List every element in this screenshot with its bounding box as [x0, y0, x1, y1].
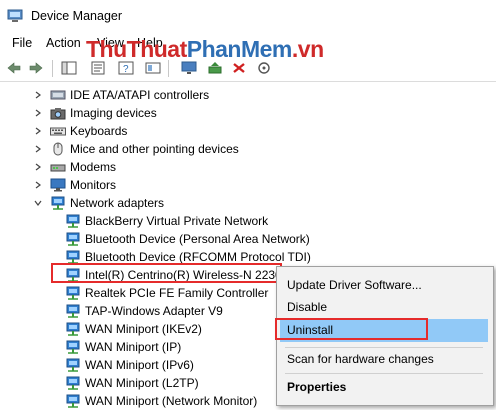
tree-item-mice[interactable]: Mice and other pointing devices [33, 140, 239, 158]
chevron-right-icon[interactable] [33, 144, 43, 154]
tree-item-ide[interactable]: IDE ATA/ATAPI controllers [33, 86, 209, 104]
tree-item-monitors[interactable]: Monitors [33, 176, 116, 194]
watermark-logo: ThuThuatPhanMem.vn [86, 36, 324, 62]
network-adapter-icon [66, 232, 80, 246]
back-arrow-icon[interactable] [6, 60, 22, 76]
menu-action[interactable]: Action [46, 36, 81, 50]
adapter-item[interactable]: BlackBerry Virtual Private Network [65, 212, 268, 230]
chevron-down-icon[interactable] [33, 198, 43, 208]
network-adapter-icon [66, 304, 80, 318]
adapter-label: Bluetooth Device (Personal Area Network) [85, 232, 310, 246]
adapter-label: Realtek PCIe FE Family Controller [85, 286, 269, 300]
menu-scan-hardware[interactable]: Scan for hardware changes [287, 349, 434, 369]
tree-item-label: Monitors [70, 178, 117, 192]
adapter-item[interactable]: WAN Miniport (L2TP) [65, 374, 199, 392]
keyboard-icon [50, 127, 66, 136]
adapter-label: TAP-Windows Adapter V9 [85, 304, 223, 318]
menu-file[interactable]: File [12, 36, 32, 50]
network-adapter-icon [51, 196, 65, 210]
title-bar: Device Manager [0, 0, 496, 33]
menu-update-driver[interactable]: Update Driver Software... [287, 275, 422, 295]
network-adapter-icon [66, 340, 80, 354]
chevron-right-icon[interactable] [33, 90, 43, 100]
highlight-box-uninstall [275, 318, 428, 340]
tree-item-label: IDE ATA/ATAPI controllers [70, 88, 210, 102]
adapter-item[interactable]: WAN Miniport (IKEv2) [65, 320, 202, 338]
chevron-right-icon[interactable] [33, 126, 43, 136]
adapter-label: BlackBerry Virtual Private Network [85, 214, 269, 228]
tree-item-network-adapters[interactable]: Network adapters [33, 194, 164, 212]
menu-disable[interactable]: Disable [287, 297, 327, 317]
network-adapter-icon [66, 376, 80, 390]
network-adapter-icon [66, 286, 80, 300]
svg-text:?: ? [123, 64, 129, 75]
adapter-item[interactable]: WAN Miniport (IPv6) [65, 356, 194, 374]
mouse-icon [53, 142, 63, 156]
adapter-item[interactable]: Bluetooth Device (Personal Area Network) [65, 230, 310, 248]
adapter-item[interactable]: WAN Miniport (Network Monitor) [65, 392, 257, 410]
network-adapter-icon [66, 394, 80, 408]
menu-separator [285, 373, 483, 374]
network-adapter-icon [66, 322, 80, 336]
modem-icon [50, 164, 66, 172]
adapter-label: WAN Miniport (IPv6) [85, 358, 194, 372]
adapter-label: WAN Miniport (IP) [85, 340, 182, 354]
device-manager-icon [7, 9, 23, 22]
tree-item-modems[interactable]: Modems [33, 158, 116, 176]
highlight-box-intel-adapter [51, 263, 282, 283]
tree-item-label: Keyboards [70, 124, 128, 138]
adapter-label: WAN Miniport (Network Monitor) [85, 394, 258, 408]
tree-item-label: Network adapters [70, 196, 165, 210]
adapter-item[interactable]: TAP-Windows Adapter V9 [65, 302, 223, 320]
window-title: Device Manager [31, 9, 123, 23]
network-adapter-icon [66, 358, 80, 372]
network-adapter-icon [66, 214, 80, 228]
menu-separator [285, 347, 483, 348]
monitor-icon [50, 178, 66, 192]
camera-icon [50, 108, 66, 120]
tree-item-imaging[interactable]: Imaging devices [33, 104, 157, 122]
console-tree-icon[interactable] [61, 60, 77, 76]
tree-item-label: Mice and other pointing devices [70, 142, 239, 156]
tree-item-label: Modems [70, 160, 117, 174]
adapter-item[interactable]: Realtek PCIe FE Family Controller [65, 284, 268, 302]
chevron-right-icon[interactable] [33, 108, 43, 118]
chevron-right-icon[interactable] [33, 180, 43, 190]
menu-properties[interactable]: Properties [287, 377, 346, 397]
tree-item-label: Imaging devices [70, 106, 157, 120]
tree-item-keyboards[interactable]: Keyboards [33, 122, 127, 140]
adapter-label: WAN Miniport (L2TP) [85, 376, 199, 390]
forward-arrow-icon[interactable] [28, 60, 44, 76]
adapter-item[interactable]: WAN Miniport (IP) [65, 338, 181, 356]
ide-controller-icon [50, 90, 66, 100]
chevron-right-icon[interactable] [33, 162, 43, 172]
network-adapter-icon [66, 250, 80, 264]
adapter-label: WAN Miniport (IKEv2) [85, 322, 202, 336]
